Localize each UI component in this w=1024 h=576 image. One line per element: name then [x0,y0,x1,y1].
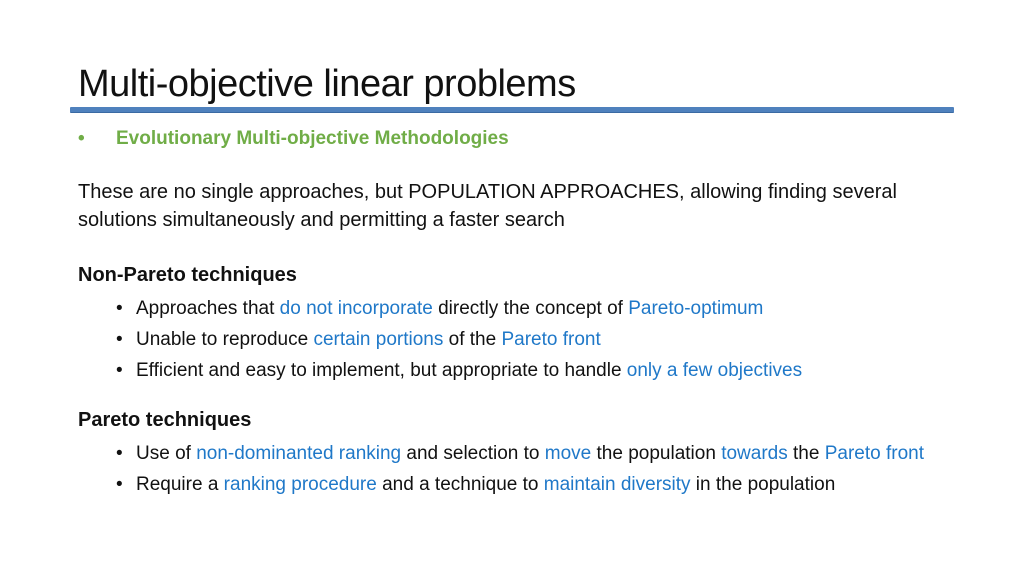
text-run: Use of [136,443,197,464]
list-item: Use of non-dominanted ranking and select… [116,441,956,466]
pareto-list: Use of non-dominanted ranking and select… [116,441,956,503]
list-item: Efficient and easy to implement, but app… [116,358,956,383]
title-underline [70,107,954,113]
text-run: and a technique to [376,474,544,495]
subheading-text: Evolutionary Multi-objective Methodologi… [116,128,509,149]
text-run: Unable to reproduce [136,329,314,350]
list-item: Unable to reproduce certain portions of … [116,327,956,352]
highlighted-text: move [544,443,592,464]
highlighted-text: Pareto front [501,329,601,350]
text-run: Require a [136,474,224,495]
section-title-non-pareto: Non-Pareto techniques [78,264,297,286]
intro-paragraph: These are no single approaches, but POPU… [78,181,897,231]
text-run: Efficient and easy to implement, but app… [136,360,627,381]
highlighted-text: Pareto-optimum [628,298,764,319]
non-pareto-list: Approaches that do not incorporate direc… [116,296,956,389]
list-item: Require a ranking procedure and a techni… [116,472,956,497]
slide-title: Multi-objective linear problems [78,63,576,105]
text-run: and selection to [401,443,545,464]
highlighted-text: non-dominanted ranking [196,443,402,464]
subheading: • Evolutionary Multi-objective Methodolog… [78,128,509,150]
section-title-pareto: Pareto techniques [78,409,252,431]
highlighted-text: only a few objectives [626,360,803,381]
highlighted-text: ranking procedure [223,474,377,495]
highlighted-text: Pareto front [824,443,924,464]
text-run: the [787,443,825,464]
text-run: directly the concept of [432,298,629,319]
highlighted-text: do not incorporate [279,298,433,319]
text-run: of the [443,329,502,350]
bullet-icon: • [78,128,85,149]
text-run: in the population [690,474,836,495]
highlighted-text: certain portions [313,329,444,350]
highlighted-text: maintain diversity [543,474,691,495]
list-item: Approaches that do not incorporate direc… [116,296,956,321]
text-run: the population [591,443,722,464]
highlighted-text: towards [721,443,788,464]
text-run: Approaches that [136,298,280,319]
